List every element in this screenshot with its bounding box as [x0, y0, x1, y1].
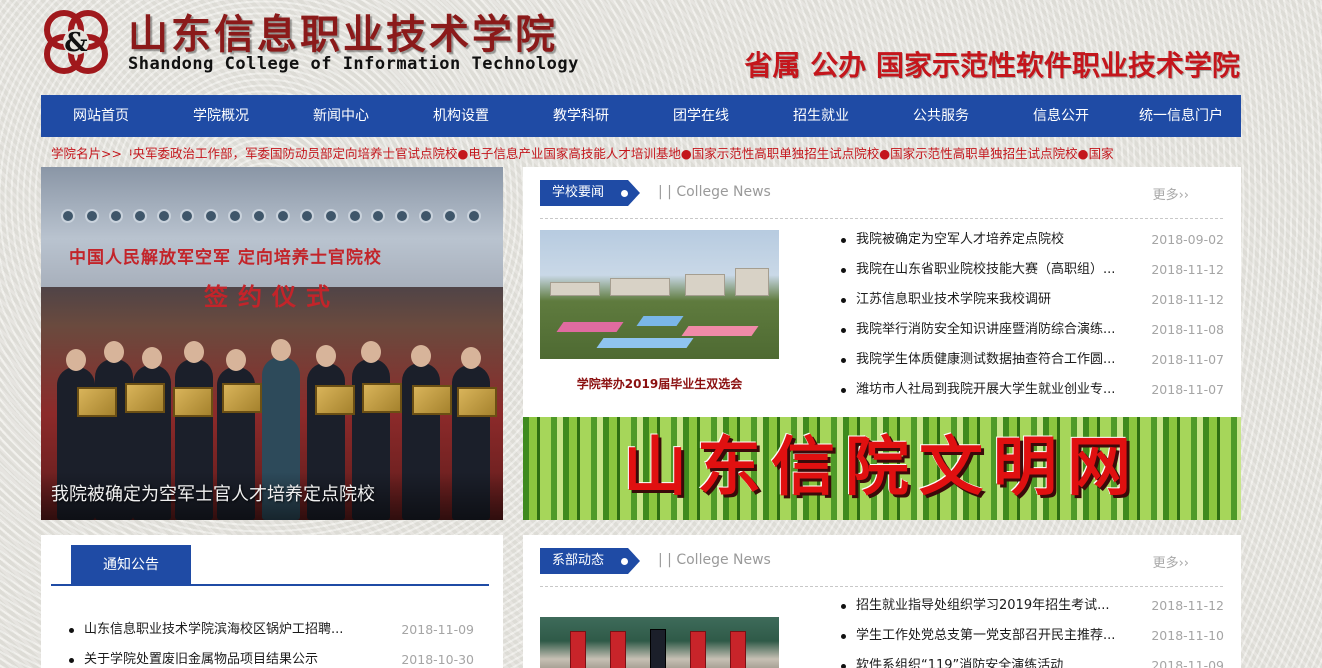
main-nav: 网站首页 学院概况 新闻中心 机构设置 教学科研 团学在线 招生就业 公共服务 … — [41, 95, 1241, 137]
ticker-text: 中央军委政治工作部，军委国防动员部定向培养士官试点院校●电子信息产业国家高技能人… — [129, 145, 1114, 161]
dept-news-item-title[interactable]: 学生工作处党总支第一党支部召开民主推荐... — [856, 621, 1136, 651]
news-item-date: 2018-11-12 — [1151, 262, 1224, 277]
college-news-photo-caption[interactable]: 学院举办2019届毕业生双选会 — [540, 375, 779, 392]
news-item[interactable]: 潍坊市人社局到我院开展大学生就业创业专... 2018-11-07 — [841, 375, 1224, 405]
news-item-date: 2018-11-07 — [1151, 382, 1224, 397]
news-item-title[interactable]: 我院被确定为空军人才培养定点院校 — [856, 225, 1136, 255]
notice-item[interactable]: 山东信息职业技术学院滨海校区锅炉工招聘... 2018-11-09 — [69, 615, 484, 645]
nav-item-about[interactable]: 学院概况 — [161, 95, 281, 137]
slide-caption-bar: 我院被确定为空军士官人才培养定点院校 — [41, 472, 503, 520]
dot-icon — [621, 558, 628, 565]
news-item-date: 2018-11-12 — [1151, 292, 1224, 307]
college-news-header: 学校要闻 | | College News 更多›› — [540, 179, 1223, 219]
nav-item-portal[interactable]: 统一信息门户 — [1121, 95, 1241, 137]
nav-item-services[interactable]: 公共服务 — [881, 95, 1001, 137]
dept-news-item-date: 2018-11-10 — [1151, 628, 1224, 643]
news-item[interactable]: 江苏信息职业技术学院来我校调研 2018-11-12 — [841, 285, 1224, 315]
dept-news-header: 系部动态 | | College News 更多›› — [540, 547, 1223, 587]
college-english-name: Shandong College of Information Technolo… — [128, 54, 579, 74]
slide-backdrop — [41, 167, 503, 287]
news-item[interactable]: 我院在山东省职业院校技能大赛（高职组）... 2018-11-12 — [841, 255, 1224, 285]
dot-icon — [621, 190, 628, 197]
slide-emblem-row — [61, 209, 481, 225]
notice-tab[interactable]: 通知公告 — [71, 545, 191, 586]
college-logo[interactable]: & — [42, 8, 110, 76]
news-item-title[interactable]: 我院举行消防安全知识讲座暨消防综合演练... — [856, 315, 1136, 345]
dept-news-item[interactable]: 学生工作处党总支第一党支部召开民主推荐... 2018-11-10 — [841, 621, 1224, 651]
dept-news-more-link[interactable]: 更多›› — [1153, 552, 1189, 571]
dept-news-panel: 系部动态 | | College News 更多›› 招生就业指导处组织学习20… — [523, 535, 1241, 668]
college-news-more-link[interactable]: 更多›› — [1153, 184, 1189, 203]
news-item-date: 2018-11-07 — [1151, 352, 1224, 367]
dept-news-tag-label: 系部动态 — [552, 553, 605, 568]
news-item-title[interactable]: 江苏信息职业技术学院来我校调研 — [856, 285, 1136, 315]
dept-news-tag[interactable]: 系部动态 — [540, 548, 640, 574]
dept-news-subtitle: | | College News — [658, 552, 771, 568]
dept-news-list: 招生就业指导处组织学习2019年招生考试... 2018-11-12 学生工作处… — [841, 591, 1224, 668]
notice-header: 通知公告 — [51, 545, 489, 586]
headline-slideshow[interactable]: 中国人民解放军空军 定向培养士官院校 签约仪式 我院被确定为空军士官人才培养定点… — [41, 167, 503, 520]
college-news-photo[interactable] — [540, 230, 779, 359]
notice-item-date: 2018-10-30 — [401, 652, 474, 667]
notice-panel: 通知公告 山东信息职业技术学院滨海校区锅炉工招聘... 2018-11-09 关… — [41, 535, 503, 668]
logo-glyph: & — [64, 28, 87, 58]
dept-news-item-title[interactable]: 软件系组织“119”消防安全演练活动 — [856, 651, 1136, 668]
dept-news-item[interactable]: 软件系组织“119”消防安全演练活动 2018-11-09 — [841, 651, 1224, 668]
civilization-banner[interactable]: 山东信院文明网 — [523, 417, 1241, 520]
nav-item-disclosure[interactable]: 信息公开 — [1001, 95, 1121, 137]
notice-item-title[interactable]: 关于学院处置废旧金属物品项目结果公示 — [84, 645, 374, 668]
nav-item-teaching[interactable]: 教学科研 — [521, 95, 641, 137]
college-news-tag[interactable]: 学校要闻 — [540, 180, 640, 206]
dept-news-item-date: 2018-11-09 — [1151, 658, 1224, 668]
news-item[interactable]: 我院举行消防安全知识讲座暨消防综合演练... 2018-11-08 — [841, 315, 1224, 345]
college-news-subtitle: | | College News — [658, 184, 771, 200]
news-item-title[interactable]: 潍坊市人社局到我院开展大学生就业创业专... — [856, 375, 1136, 405]
dept-news-item-title[interactable]: 招生就业指导处组织学习2019年招生考试... — [856, 591, 1136, 621]
dept-news-item[interactable]: 招生就业指导处组织学习2019年招生考试... 2018-11-12 — [841, 591, 1224, 621]
nav-item-home[interactable]: 网站首页 — [41, 95, 161, 137]
news-item-date: 2018-09-02 — [1151, 232, 1224, 247]
notice-list: 山东信息职业技术学院滨海校区锅炉工招聘... 2018-11-09 关于学院处置… — [69, 615, 484, 668]
news-item-date: 2018-11-08 — [1151, 322, 1224, 337]
nav-item-departments[interactable]: 机构设置 — [401, 95, 521, 137]
ticker-marquee[interactable]: 中央军委政治工作部，军委国防动员部定向培养士官试点院校●电子信息产业国家高技能人… — [130, 143, 1210, 162]
news-item-title[interactable]: 我院学生体质健康测试数据抽查符合工作圆... — [856, 345, 1136, 375]
nav-item-admissions[interactable]: 招生就业 — [761, 95, 881, 137]
header-slogan: 省属 公办 国家示范性软件职业技术学院 — [744, 49, 1241, 82]
college-card-ticker: 学院名片>> 中央军委政治工作部，军委国防动员部定向培养士官试点院校●电子信息产… — [41, 137, 1241, 167]
news-item[interactable]: 我院学生体质健康测试数据抽查符合工作圆... 2018-11-07 — [841, 345, 1224, 375]
news-item-title[interactable]: 我院在山东省职业院校技能大赛（高职组）... — [856, 255, 1136, 285]
nav-item-news[interactable]: 新闻中心 — [281, 95, 401, 137]
college-news-list: 我院被确定为空军人才培养定点院校 2018-09-02 我院在山东省职业院校技能… — [841, 225, 1224, 405]
news-item[interactable]: 我院被确定为空军人才培养定点院校 2018-09-02 — [841, 225, 1224, 255]
civilization-banner-text: 山东信院文明网 — [623, 431, 1141, 505]
college-news-panel: 学校要闻 | | College News 更多›› 学院举办2019届毕业生双… — [523, 167, 1241, 417]
ticker-label: 学院名片>> — [51, 145, 122, 161]
notice-item-title[interactable]: 山东信息职业技术学院滨海校区锅炉工招聘... — [84, 615, 374, 645]
notice-item[interactable]: 关于学院处置废旧金属物品项目结果公示 2018-10-30 — [69, 645, 484, 668]
college-chinese-name: 山东信息职业技术学院 — [128, 11, 558, 58]
notice-item-date: 2018-11-09 — [401, 622, 474, 637]
slide-banner-line-1: 中国人民解放军空军 定向培养士官院校 — [69, 248, 382, 268]
nav-item-league[interactable]: 团学在线 — [641, 95, 761, 137]
slide-banner-line-2: 签约仪式 — [204, 283, 340, 311]
slide-caption[interactable]: 我院被确定为空军士官人才培养定点院校 — [51, 480, 375, 506]
site-header: & 山东信息职业技术学院 Shandong College of Informa… — [0, 0, 1322, 95]
dept-news-item-date: 2018-11-12 — [1151, 598, 1224, 613]
college-news-tag-label: 学校要闻 — [552, 185, 605, 200]
dept-news-photo[interactable] — [540, 617, 779, 668]
